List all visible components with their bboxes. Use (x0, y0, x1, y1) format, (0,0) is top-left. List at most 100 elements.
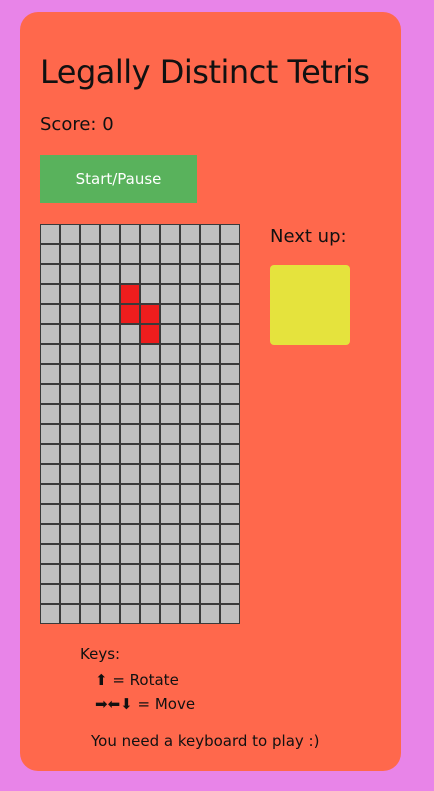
board-cell (180, 324, 200, 344)
board-cell (220, 444, 240, 464)
board-cell (140, 344, 160, 364)
board-cell (200, 364, 220, 384)
board-cell (80, 504, 100, 524)
board-cell (200, 544, 220, 564)
board-cell (220, 524, 240, 544)
board-cell (140, 364, 160, 384)
board-cell (140, 564, 160, 584)
board-cell (160, 584, 180, 604)
board-cell (180, 384, 200, 404)
board-cell (100, 584, 120, 604)
board-cell (140, 504, 160, 524)
board-cell (60, 544, 80, 564)
board-cell (60, 384, 80, 404)
board-cell (100, 224, 120, 244)
board-cell (100, 604, 120, 624)
board-cell (120, 504, 140, 524)
score-label: Score: (40, 114, 97, 135)
board-cell (220, 404, 240, 424)
board-cell (120, 544, 140, 564)
board-cell (160, 484, 180, 504)
game-card: Legally Distinct Tetris Score: 0 Start/P… (20, 12, 401, 771)
board-cell (40, 544, 60, 564)
board-cell (180, 264, 200, 284)
board-cell (100, 384, 120, 404)
board-cell (40, 384, 60, 404)
board-cell (220, 564, 240, 584)
board-cell (60, 364, 80, 384)
board-cell (100, 444, 120, 464)
board-cell (140, 244, 160, 264)
board-cell (160, 524, 180, 544)
board-cell (100, 264, 120, 284)
board-cell (180, 564, 200, 584)
board-cell (40, 364, 60, 384)
board-cell (220, 324, 240, 344)
board-cell (80, 364, 100, 384)
board-cell (120, 444, 140, 464)
board-cell (80, 344, 100, 364)
board-cell (140, 384, 160, 404)
board-cell (40, 244, 60, 264)
board-cell (220, 604, 240, 624)
board-cell (40, 344, 60, 364)
board-cell (160, 404, 180, 424)
board-cell (120, 584, 140, 604)
board-cell (160, 564, 180, 584)
board-cell (100, 304, 120, 324)
board-cell (80, 524, 100, 544)
board-cell (100, 424, 120, 444)
board-cell (220, 424, 240, 444)
board-cell (180, 284, 200, 304)
board-cell (80, 264, 100, 284)
board-cell (40, 484, 60, 504)
board-cell (140, 444, 160, 464)
board-cell (180, 224, 200, 244)
board-cell (80, 384, 100, 404)
board-cell (120, 464, 140, 484)
board-cell (200, 344, 220, 364)
board-cell (160, 504, 180, 524)
board-cell (80, 224, 100, 244)
rotate-text: = Rotate (107, 671, 179, 689)
board-cell (120, 224, 140, 244)
board-cell (140, 544, 160, 564)
board-cell (180, 584, 200, 604)
board-cell (120, 564, 140, 584)
board-cell (180, 504, 200, 524)
board-cell (40, 264, 60, 284)
board-cell (40, 604, 60, 624)
board-cell (180, 244, 200, 264)
board-cell (160, 284, 180, 304)
board-cell (40, 404, 60, 424)
board-cell (140, 404, 160, 424)
board-cell (200, 284, 220, 304)
board-cell (200, 564, 220, 584)
board-cell (120, 604, 140, 624)
board-cell (100, 324, 120, 344)
board-cell (180, 344, 200, 364)
board-cell (80, 404, 100, 424)
start-pause-button[interactable]: Start/Pause (40, 155, 197, 203)
board-cell (40, 324, 60, 344)
board-cell (40, 504, 60, 524)
board-cell (140, 284, 160, 304)
board-cell (120, 484, 140, 504)
board-cell (100, 464, 120, 484)
next-up-label: Next up: (270, 226, 347, 247)
board-cell (160, 304, 180, 324)
board-cell (140, 584, 160, 604)
board-cell (120, 404, 140, 424)
board-cell (180, 544, 200, 564)
board-cell (220, 244, 240, 264)
board-cell (220, 584, 240, 604)
board-cell (200, 484, 220, 504)
board-cell (220, 544, 240, 564)
board-cell (100, 524, 120, 544)
board-cell (200, 264, 220, 284)
board-cell (80, 604, 100, 624)
board-cell (140, 424, 160, 444)
board-cell (40, 584, 60, 604)
board-cell (100, 404, 120, 424)
board-cell (200, 384, 220, 404)
